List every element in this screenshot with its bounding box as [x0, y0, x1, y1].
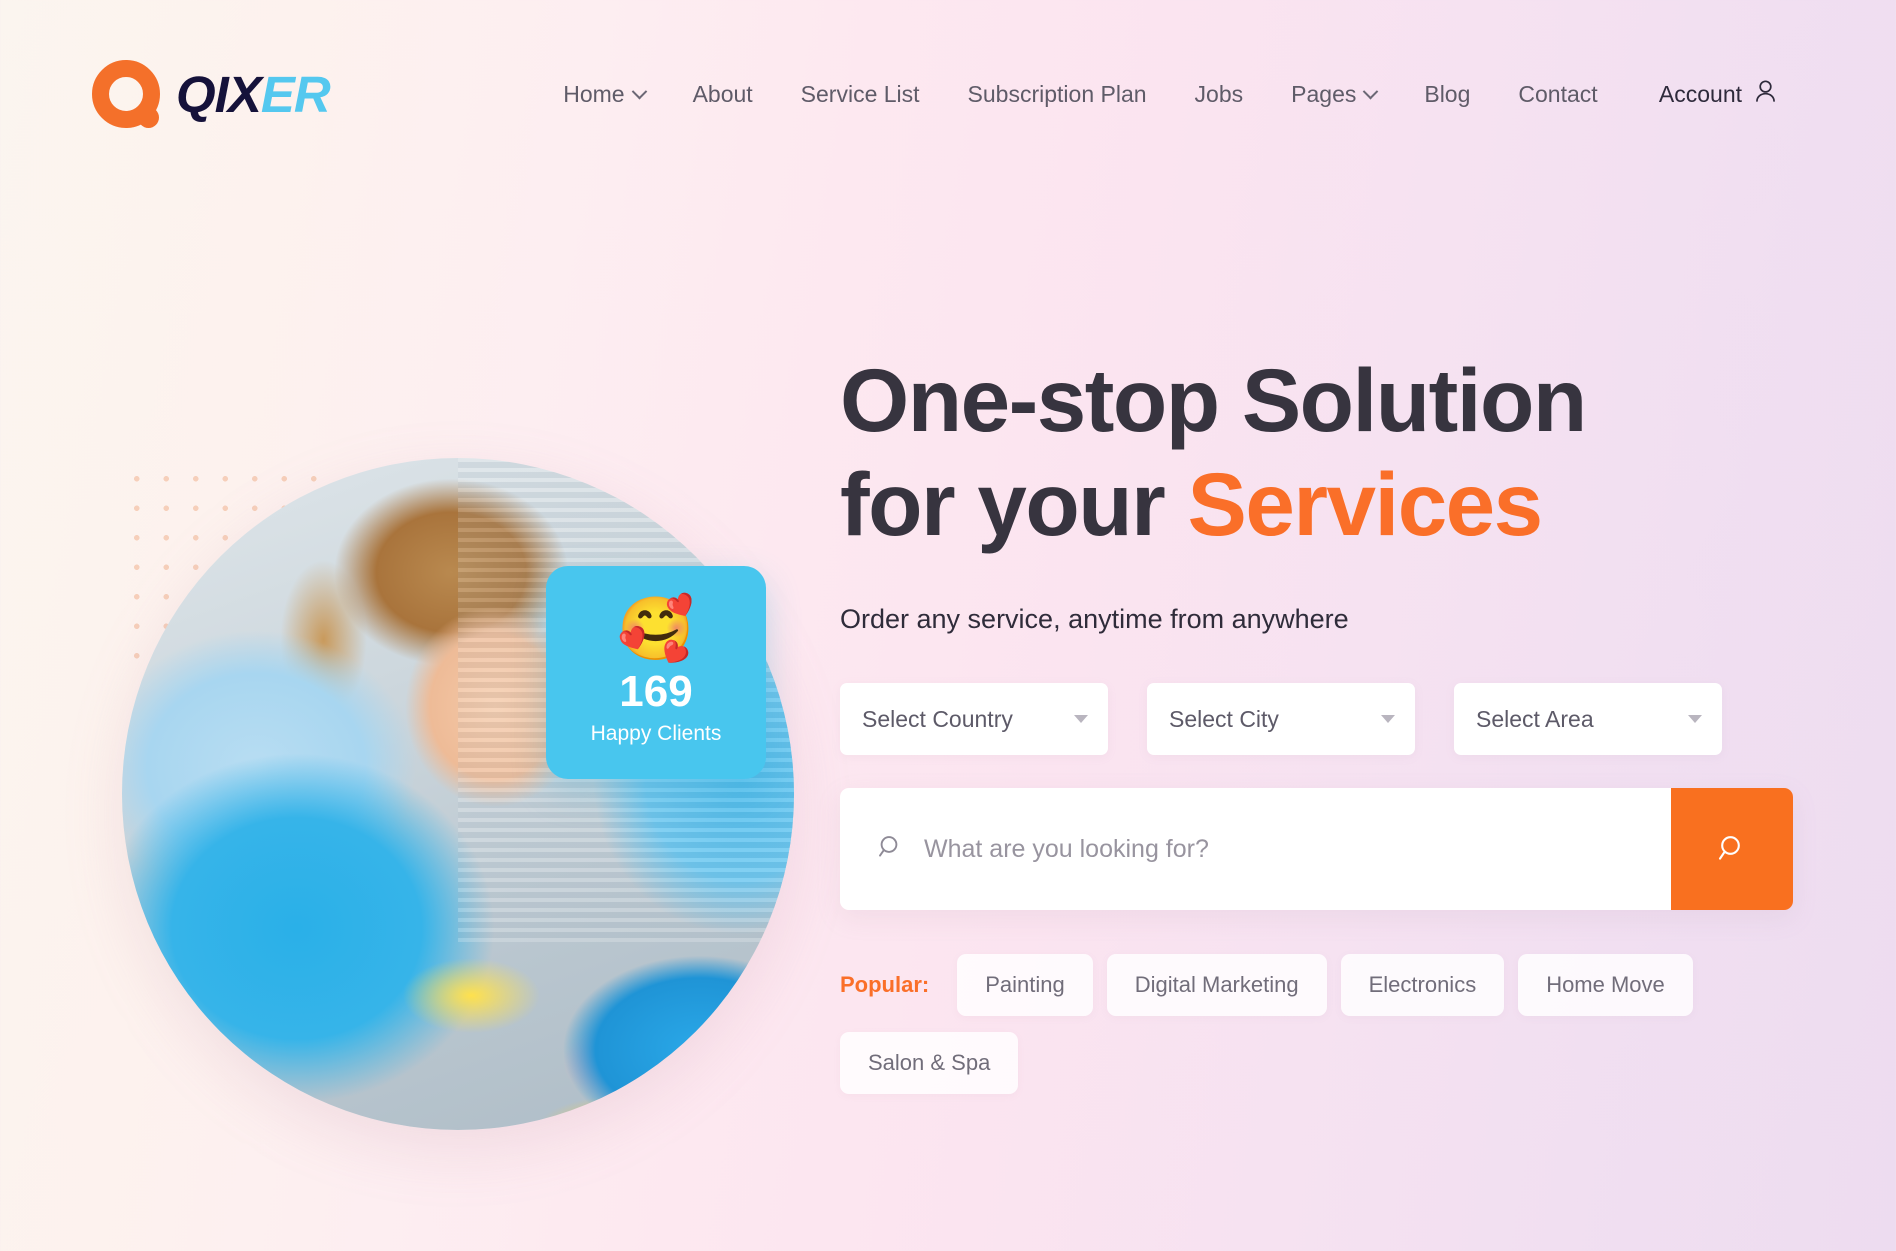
nav-label-about: About [692, 80, 753, 107]
user-icon [1755, 79, 1776, 109]
brand-name-part1: QIX [176, 65, 262, 123]
hero-content: One-stop Solution for your Services Orde… [840, 348, 1800, 1095]
account-label: Account [1658, 80, 1742, 107]
brand-name-part2: ER [260, 65, 331, 123]
nav-label-subscription-plan: Subscription Plan [967, 80, 1147, 107]
page-title: One-stop Solution for your Services [840, 348, 1800, 556]
chevron-down-icon [1688, 715, 1702, 724]
select-area[interactable]: Select Area [1454, 683, 1722, 756]
nav-item-blog[interactable]: Blog [1400, 81, 1494, 108]
nav-label-contact: Contact [1518, 80, 1598, 107]
nav-label-jobs: Jobs [1194, 80, 1244, 107]
brand-logo-text: QIXER [176, 65, 331, 123]
search-bar [840, 788, 1793, 911]
select-country[interactable]: Select Country [840, 683, 1108, 756]
hero-title-line2-plain: for your [840, 454, 1188, 555]
nav-item-contact[interactable]: Contact [1494, 81, 1621, 108]
select-city-value: Select City [1169, 705, 1279, 732]
nav-item-pages[interactable]: Pages [1267, 81, 1400, 108]
nav-label-service-list: Service List [800, 80, 920, 107]
search-button[interactable] [1671, 788, 1793, 911]
smiling-face-with-hearts-icon: 🥰 [617, 595, 695, 665]
happy-clients-label: Happy Clients [590, 721, 722, 745]
select-country-value: Select Country [862, 705, 1013, 732]
chevron-down-icon [631, 83, 647, 99]
location-filters: Select Country Select City Select Area [840, 683, 1800, 756]
nav-item-home[interactable]: Home [539, 81, 668, 108]
popular-tag-home-move[interactable]: Home Move [1518, 954, 1693, 1017]
popular-tag-electronics[interactable]: Electronics [1340, 954, 1505, 1017]
search-icon [878, 834, 903, 864]
qixer-circle-logo-icon [92, 60, 160, 128]
nav-item-subscription-plan[interactable]: Subscription Plan [944, 81, 1171, 108]
nav-item-about[interactable]: About [669, 81, 777, 108]
hero-visual: 🥰 169 Happy Clients Clening Service ★ ★ … [122, 440, 812, 1130]
nav-label-pages: Pages [1291, 80, 1357, 107]
nav-label-home: Home [563, 80, 625, 107]
select-area-value: Select Area [1476, 705, 1594, 732]
search-field[interactable] [840, 788, 1671, 911]
brand-logo[interactable]: QIXER [92, 60, 492, 128]
nav-item-jobs[interactable]: Jobs [1171, 81, 1268, 108]
popular-tag-salon-spa[interactable]: Salon & Spa [840, 1032, 1019, 1095]
hero-title-line1: One-stop Solution [840, 350, 1587, 450]
popular-tag-painting[interactable]: Painting [957, 954, 1093, 1017]
nav-item-service-list[interactable]: Service List [777, 81, 944, 108]
hero-title-accent: Services [1187, 454, 1543, 555]
search-input[interactable] [924, 834, 1633, 864]
select-city[interactable]: Select City [1147, 683, 1415, 756]
search-icon [1717, 833, 1747, 866]
chevron-down-icon [1363, 83, 1379, 99]
nav-label-blog: Blog [1424, 80, 1471, 107]
popular-tags: Popular: Painting Digital Marketing Elec… [840, 954, 1793, 1095]
site-header: QIXER Home About Service List Subscripti… [0, 0, 1896, 188]
account-button[interactable]: Account [1658, 79, 1804, 109]
hero-subtitle: Order any service, anytime from anywhere [840, 604, 1349, 635]
popular-tag-digital-marketing[interactable]: Digital Marketing [1106, 954, 1327, 1017]
cleaning-staff-photo [122, 458, 794, 1130]
chevron-down-icon [1381, 715, 1395, 724]
main-navigation: Home About Service List Subscription Pla… [502, 81, 1659, 108]
popular-label: Popular: [840, 972, 930, 998]
happy-clients-count: 169 [619, 667, 693, 717]
chevron-down-icon [1074, 715, 1088, 724]
happy-clients-badge: 🥰 169 Happy Clients [546, 566, 766, 779]
